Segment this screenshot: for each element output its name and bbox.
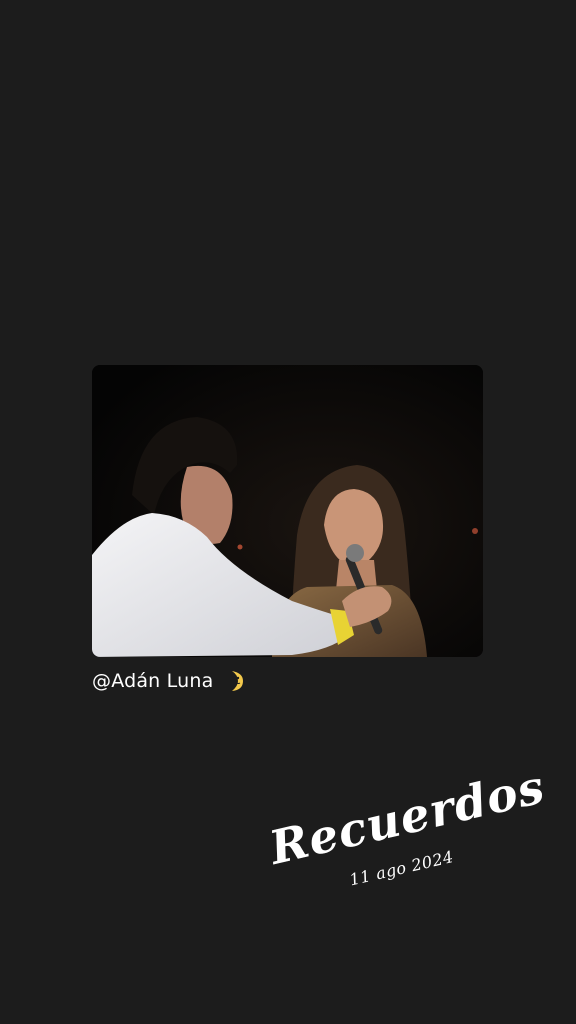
moon-icon <box>232 671 244 691</box>
memories-sticker[interactable]: Recuerdos 11 ago 2024 <box>251 746 550 933</box>
media-video[interactable] <box>92 365 483 657</box>
story-screen: @Adán Luna Recuerdos 11 ago 2024 <box>0 0 576 1024</box>
media-frame <box>92 365 483 657</box>
mention-text: @Adán Luna <box>92 670 214 692</box>
mention-tag[interactable]: @Adán Luna <box>92 667 245 695</box>
